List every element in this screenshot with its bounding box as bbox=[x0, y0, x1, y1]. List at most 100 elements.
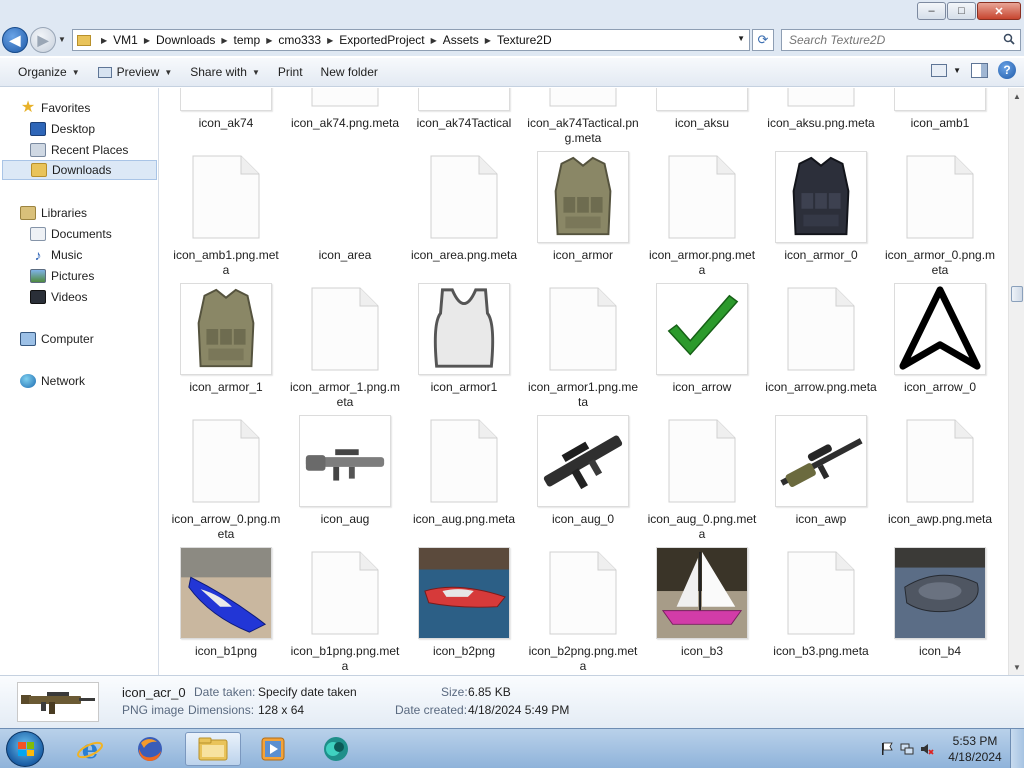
file-item[interactable]: icon_amb1.png.meta bbox=[170, 151, 282, 282]
nav-computer[interactable]: Computer bbox=[20, 329, 94, 349]
media-player-icon[interactable] bbox=[247, 732, 299, 766]
internet-explorer-icon[interactable]: e bbox=[64, 732, 116, 766]
breadcrumb-item[interactable]: ▶ ExportedProject bbox=[321, 33, 425, 47]
file-explorer-icon[interactable] bbox=[185, 732, 241, 766]
search-input[interactable] bbox=[789, 33, 994, 47]
nav-favorites[interactable]: ★ Favorites bbox=[20, 98, 91, 118]
recent-pages-dropdown[interactable]: ▼ bbox=[58, 35, 66, 44]
vertical-scrollbar[interactable]: ▲ ▼ bbox=[1008, 88, 1024, 675]
file-item[interactable]: icon_area bbox=[289, 151, 401, 282]
nav-network[interactable]: Network bbox=[20, 371, 85, 391]
breadcrumb-separator-icon[interactable]: ▶ bbox=[431, 36, 437, 45]
app-icon[interactable] bbox=[310, 732, 362, 766]
share-with-button[interactable]: Share with ▼ bbox=[181, 61, 269, 83]
file-item[interactable]: icon_aug bbox=[289, 415, 401, 546]
file-name: icon_arrow_0 bbox=[903, 380, 977, 394]
file-item[interactable]: icon_armor_1 bbox=[170, 283, 282, 414]
file-item[interactable]: icon_b3.png.meta bbox=[765, 547, 877, 675]
breadcrumb-separator-icon[interactable]: ▶ bbox=[266, 36, 272, 45]
breadcrumb-item[interactable]: ▶ Assets bbox=[425, 33, 479, 47]
file-item[interactable]: icon_b1png.png.meta bbox=[289, 547, 401, 675]
breadcrumb-separator-icon[interactable]: ▶ bbox=[485, 36, 491, 45]
maximize-button[interactable]: □ bbox=[947, 2, 976, 20]
file-item[interactable]: icon_b2png.png.meta bbox=[527, 547, 639, 675]
breadcrumb-item[interactable]: ▶ cmo333 bbox=[260, 33, 321, 47]
show-desktop-button[interactable] bbox=[1010, 729, 1024, 768]
close-button[interactable]: ✕ bbox=[977, 2, 1021, 20]
scroll-up-icon[interactable]: ▲ bbox=[1009, 88, 1024, 104]
breadcrumb-item[interactable]: ▶ Downloads bbox=[138, 33, 216, 47]
breadcrumb-separator-icon[interactable]: ▶ bbox=[101, 36, 107, 45]
file-item[interactable]: icon_armor.png.meta bbox=[646, 151, 758, 282]
scroll-down-icon[interactable]: ▼ bbox=[1009, 659, 1024, 675]
file-item[interactable]: icon_b2png bbox=[408, 547, 520, 675]
nav-desktop[interactable]: Desktop bbox=[30, 119, 95, 139]
breadcrumb-item[interactable]: ▶ VM1 bbox=[95, 33, 138, 47]
breadcrumb-separator-icon[interactable]: ▶ bbox=[144, 36, 150, 45]
minimize-button[interactable]: – bbox=[917, 2, 946, 20]
preview-pane-icon[interactable] bbox=[971, 62, 988, 78]
search-box[interactable] bbox=[781, 29, 1021, 51]
file-item[interactable]: icon_arrow_0.png.meta bbox=[170, 415, 282, 546]
help-icon[interactable]: ? bbox=[998, 61, 1016, 79]
nav-documents[interactable]: Documents bbox=[30, 224, 112, 244]
file-item[interactable]: icon_armor_0.png.meta bbox=[884, 151, 996, 282]
breadcrumb-item[interactable]: ▶ temp bbox=[215, 33, 260, 47]
scrollbar-thumb[interactable] bbox=[1011, 286, 1023, 302]
file-item[interactable]: icon_awp.png.meta bbox=[884, 415, 996, 546]
nav-pictures[interactable]: Pictures bbox=[30, 266, 94, 286]
breadcrumb-item[interactable]: ▶ Texture2D bbox=[479, 33, 552, 47]
file-item[interactable]: icon_ak74Tactical bbox=[408, 88, 520, 150]
forward-button[interactable]: ▶ bbox=[30, 27, 56, 53]
nav-downloads[interactable]: Downloads bbox=[2, 160, 157, 180]
file-item[interactable]: icon_amb1 bbox=[884, 88, 996, 150]
network-status-icon[interactable] bbox=[900, 742, 914, 756]
file-item[interactable]: icon_aksu.png.meta bbox=[765, 88, 877, 150]
preview-button[interactable]: Preview ▼ bbox=[89, 61, 182, 83]
print-button[interactable]: Print bbox=[269, 61, 312, 83]
file-item[interactable]: icon_armor1 bbox=[408, 283, 520, 414]
flag-icon[interactable] bbox=[880, 742, 894, 756]
file-item[interactable]: icon_aug_0 bbox=[527, 415, 639, 546]
command-bar-right: ▼ ? bbox=[931, 61, 1016, 79]
firefox-icon[interactable] bbox=[124, 732, 176, 766]
file-item[interactable]: icon_arrow_0 bbox=[884, 283, 996, 414]
nav-videos[interactable]: Videos bbox=[30, 287, 87, 307]
file-item[interactable]: icon_armor1.png.meta bbox=[527, 283, 639, 414]
file-item[interactable]: icon_awp bbox=[765, 415, 877, 546]
nav-recent-places[interactable]: Recent Places bbox=[30, 140, 128, 160]
clock[interactable]: 5:53 PM 4/18/2024 bbox=[940, 733, 1010, 765]
file-item[interactable]: icon_aug.png.meta bbox=[408, 415, 520, 546]
file-item[interactable]: icon_armor_1.png.meta bbox=[289, 283, 401, 414]
start-button[interactable] bbox=[6, 731, 44, 767]
file-item[interactable]: icon_armor_0 bbox=[765, 151, 877, 282]
file-item[interactable]: icon_area.png.meta bbox=[408, 151, 520, 282]
file-item[interactable]: icon_b1png bbox=[170, 547, 282, 675]
file-item[interactable]: icon_arrow.png.meta bbox=[765, 283, 877, 414]
nav-music[interactable]: ♪ Music bbox=[30, 245, 83, 265]
file-item[interactable]: icon_b3 bbox=[646, 547, 758, 675]
address-bar[interactable]: ▶ VM1 ▶ Downloads ▶ temp ▶ cmo333 ▶ ExportedProje… bbox=[72, 29, 750, 51]
file-item[interactable]: icon_aug_0.png.meta bbox=[646, 415, 758, 546]
search-icon[interactable] bbox=[1003, 33, 1015, 45]
back-button[interactable]: ◀ bbox=[2, 27, 28, 53]
file-item[interactable]: icon_arrow bbox=[646, 283, 758, 414]
date-taken-value[interactable]: Specify date taken bbox=[258, 685, 357, 699]
file-item[interactable]: icon_armor bbox=[527, 151, 639, 282]
breadcrumb-separator-icon[interactable]: ▶ bbox=[221, 36, 227, 45]
nav-libraries[interactable]: Libraries bbox=[20, 203, 87, 223]
file-item[interactable]: icon_aksu bbox=[646, 88, 758, 150]
new-folder-button[interactable]: New folder bbox=[312, 61, 387, 83]
file-item[interactable]: icon_ak74.png.meta bbox=[289, 88, 401, 150]
address-dropdown-icon[interactable]: ▼ bbox=[737, 34, 745, 43]
breadcrumb-separator-icon[interactable]: ▶ bbox=[327, 36, 333, 45]
file-item[interactable]: icon_b4 bbox=[884, 547, 996, 675]
image-thumbnail bbox=[775, 151, 867, 243]
file-item[interactable]: icon_ak74Tactical.png.meta bbox=[527, 88, 639, 150]
organize-button[interactable]: Organize ▼ bbox=[9, 61, 89, 83]
volume-muted-icon[interactable] bbox=[920, 742, 934, 756]
file-item[interactable]: icon_ak74 bbox=[170, 88, 282, 150]
chevron-down-icon: ▼ bbox=[164, 67, 173, 77]
change-view-button[interactable]: ▼ bbox=[931, 63, 961, 77]
refresh-icon[interactable]: ⟳ bbox=[752, 29, 774, 51]
